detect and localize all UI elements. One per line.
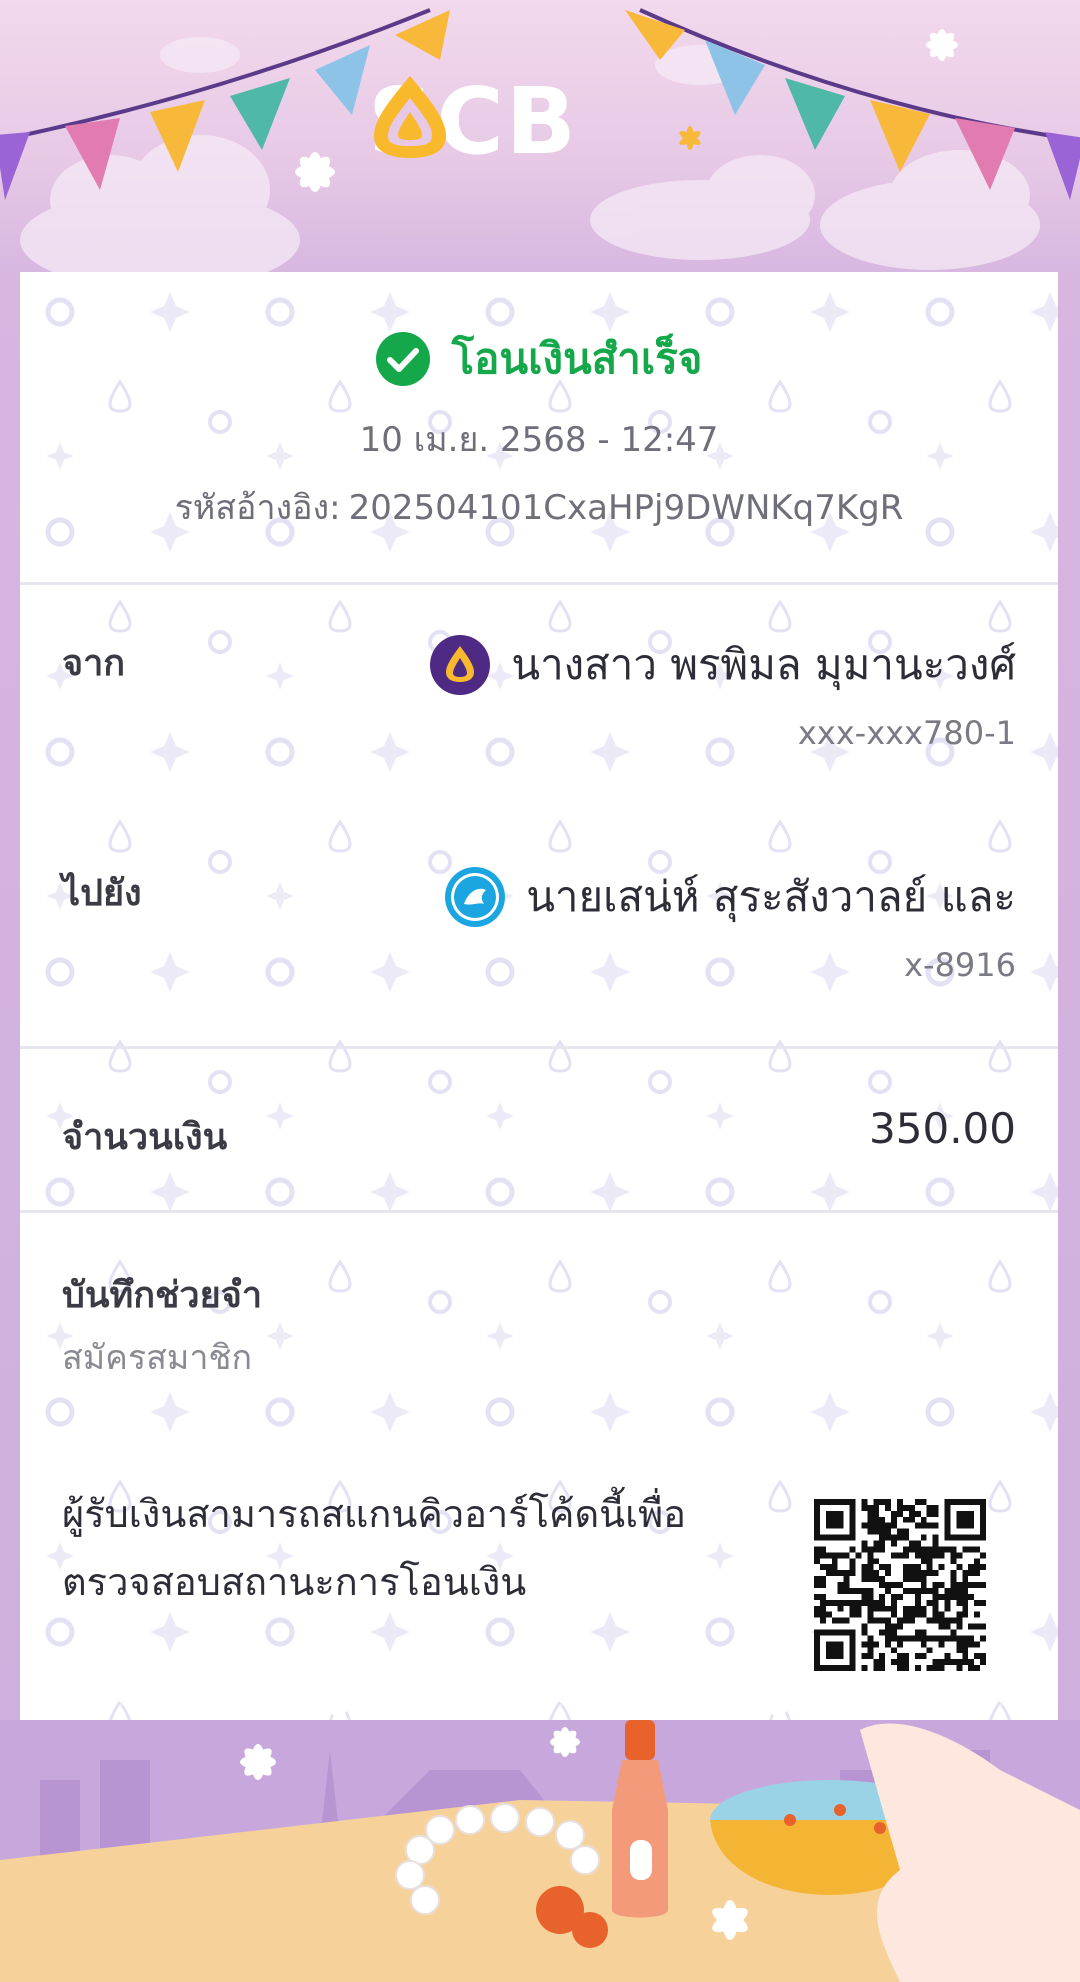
reference-value: 202504101CxaHPj9DWNKq7KgR — [348, 488, 904, 528]
transfer-slip: SCB โอนเงินสำเร็จ 10 เม.ย. 2568 - 12:47 … — [0, 0, 1080, 1982]
qr-instruction: ผู้รับเงินสามารถสแกนคิวอาร์โค้ดนี้เพื่อต… — [62, 1492, 686, 1604]
divider — [20, 1210, 1058, 1213]
memo-label: บันทึกช่วยจำ — [62, 1275, 263, 1316]
scb-logo-icon — [374, 76, 446, 158]
check-circle-icon — [375, 332, 430, 386]
to-label: ไปยัง — [62, 873, 142, 914]
transfer-datetime: 10 เม.ย. 2568 - 12:47 — [359, 420, 719, 460]
amount-label: จำนวนเงิน — [62, 1117, 228, 1158]
to-party: นายเสน่ห์ สุระสังวาลย์ และ — [444, 864, 1016, 930]
from-party: นางสาว พรพิมล มุมานะวงศ์ — [429, 632, 1016, 698]
divider — [20, 1046, 1058, 1049]
reference-label: รหัสอ้างอิง: — [174, 488, 341, 528]
amount-value: 350.00 — [869, 1104, 1016, 1153]
from-label: จาก — [62, 643, 126, 684]
receipt-card: โอนเงินสำเร็จ 10 เม.ย. 2568 - 12:47 รหัส… — [20, 272, 1058, 1720]
from-name: นางสาว พรพิมล มุมานะวงศ์ — [511, 640, 1016, 689]
to-account: x-8916 — [904, 946, 1016, 984]
to-name: นายเสน่ห์ สุระสังวาลย์ และ — [526, 872, 1016, 921]
krungthai-bank-icon — [445, 867, 506, 927]
status-text: โอนเงินสำเร็จ — [451, 334, 703, 383]
scb-bank-icon — [430, 635, 491, 695]
memo-value: สมัครสมาชิก — [62, 1338, 253, 1378]
header-banner: SCB — [0, 0, 1080, 272]
status-row: โอนเงินสำเร็จ — [20, 324, 1058, 394]
divider — [20, 582, 1058, 585]
from-account: xxx-xxx780-1 — [797, 714, 1016, 752]
qr-code-icon — [814, 1499, 986, 1671]
songkran-scene-illustration — [0, 1700, 1080, 1982]
scb-logo: SCB — [368, 72, 578, 172]
reference-row: รหัสอ้างอิง: 202504101CxaHPj9DWNKq7KgR — [20, 480, 1058, 534]
